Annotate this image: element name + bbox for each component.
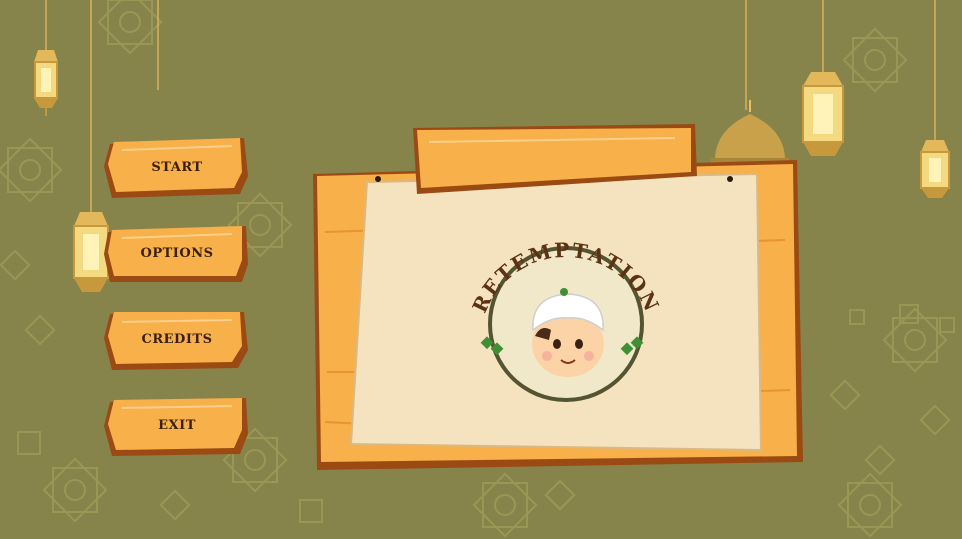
credits-label: CREDITS [141, 332, 213, 347]
lantern-icon [34, 0, 58, 116]
credits-button[interactable]: CREDITS [102, 308, 252, 372]
lantern-icon [920, 0, 950, 198]
start-label: START [151, 160, 203, 175]
start-button[interactable]: START [102, 136, 252, 200]
options-label: OPTIONS [140, 246, 214, 261]
title-board: RETEMPTATION [305, 122, 810, 474]
exit-button[interactable]: EXIT [102, 394, 252, 458]
lantern-icon [745, 0, 747, 110]
game-logo: RETEMPTATION [467, 240, 663, 402]
nail [727, 176, 733, 182]
mascot-boy-icon [532, 288, 604, 377]
nail [375, 176, 381, 182]
exit-label: EXIT [158, 418, 196, 433]
lantern-icon [157, 0, 159, 90]
options-button[interactable]: OPTIONS [102, 222, 252, 286]
